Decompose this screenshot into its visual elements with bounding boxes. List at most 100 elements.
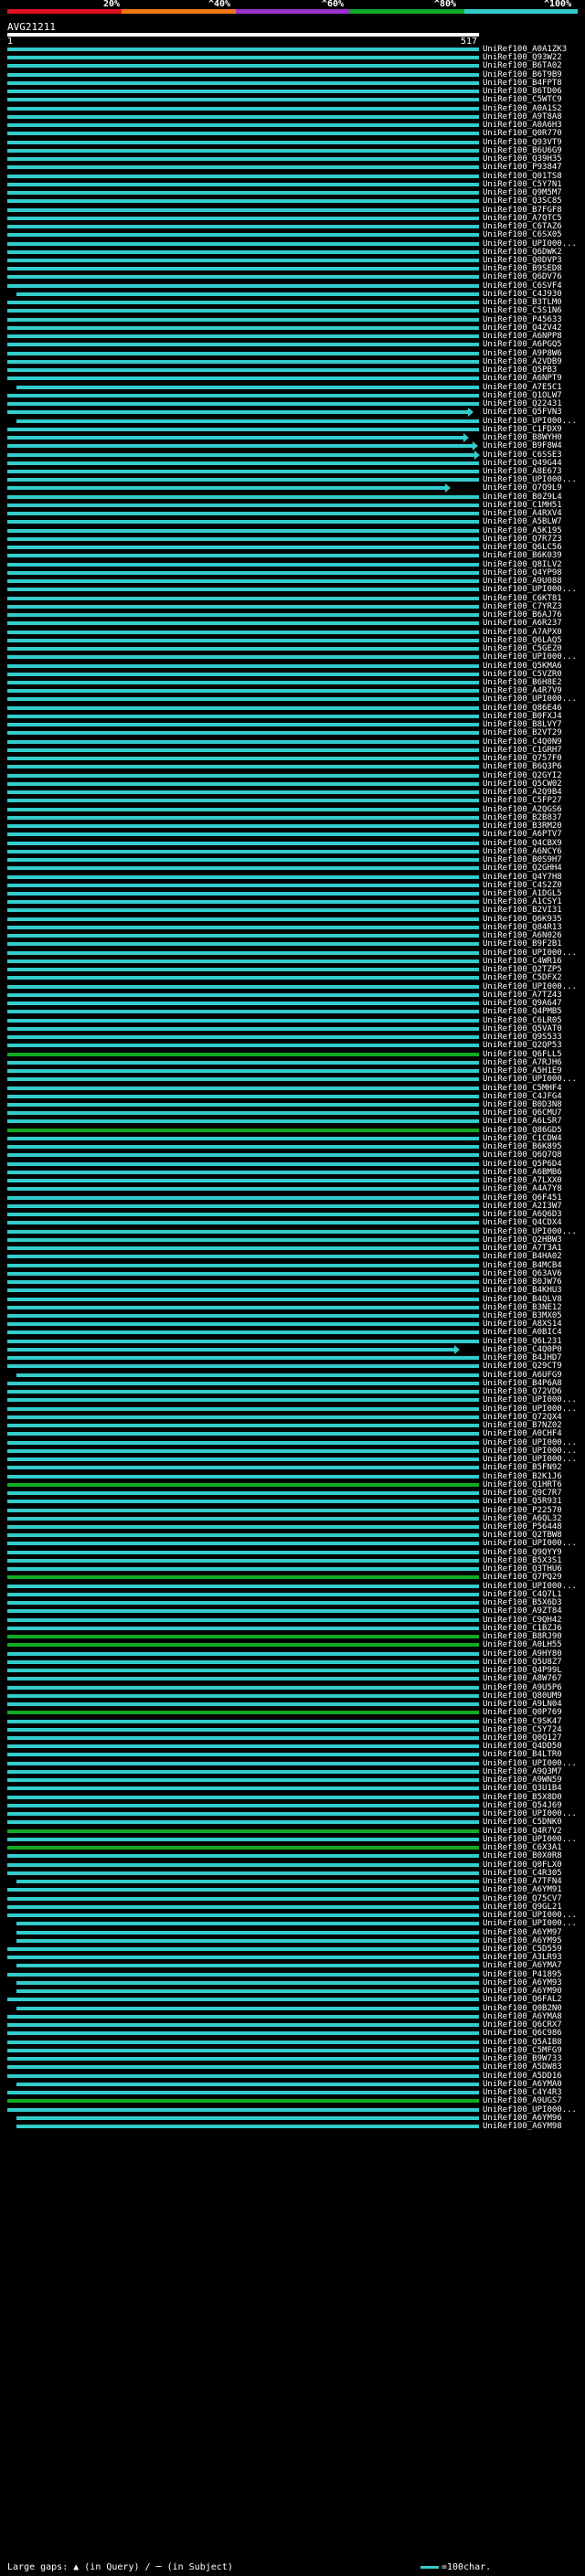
hit-label[interactable]: UniRef100_A6YM98 xyxy=(483,2122,562,2131)
hit-bar[interactable] xyxy=(7,1786,479,1791)
hit-bar[interactable] xyxy=(7,1651,479,1656)
hit-bar[interactable] xyxy=(7,832,479,837)
hit-bar[interactable] xyxy=(7,681,479,684)
hit-bar[interactable] xyxy=(7,1466,479,1470)
hit-bar[interactable] xyxy=(7,1145,479,1150)
hit-bar[interactable] xyxy=(7,1002,479,1006)
hit-bar[interactable] xyxy=(7,157,479,162)
hit-bar[interactable] xyxy=(7,942,479,947)
hit-bar[interactable] xyxy=(16,2125,479,2129)
hit-bar[interactable] xyxy=(7,1271,479,1276)
hit-bar[interactable] xyxy=(7,1837,479,1841)
hit-bar[interactable] xyxy=(7,182,479,186)
hit-bar[interactable] xyxy=(7,536,479,541)
hit-bar[interactable] xyxy=(7,1862,479,1867)
hit-bar[interactable] xyxy=(7,1280,479,1285)
hit-bar[interactable] xyxy=(7,98,479,102)
hit-bar[interactable] xyxy=(7,199,479,204)
hit-bar[interactable] xyxy=(7,72,479,77)
hit-bar[interactable] xyxy=(7,765,479,769)
hit-bar[interactable] xyxy=(7,1659,479,1664)
hit-bar[interactable] xyxy=(7,866,479,871)
hit-bar[interactable] xyxy=(16,2082,479,2086)
hit-bar[interactable] xyxy=(7,1187,479,1192)
hit-bar[interactable] xyxy=(7,1356,479,1361)
hit-bar[interactable] xyxy=(7,1769,479,1774)
hit-bar[interactable] xyxy=(7,1896,479,1901)
hit-bar[interactable] xyxy=(7,1314,479,1318)
hit-bar[interactable] xyxy=(7,1829,479,1833)
hit-bar[interactable] xyxy=(7,1558,479,1563)
hit-bar[interactable] xyxy=(7,1128,479,1132)
hit-bar[interactable] xyxy=(7,1448,479,1453)
hit-bar[interactable] xyxy=(7,317,479,322)
hit-bar[interactable] xyxy=(16,419,479,423)
hit-bar[interactable] xyxy=(7,1904,479,1909)
hit-bar[interactable] xyxy=(7,1778,479,1783)
hit-bar[interactable] xyxy=(7,233,479,238)
hit-bar[interactable] xyxy=(7,875,479,879)
hit-bar[interactable] xyxy=(7,1711,479,1715)
hit-bar[interactable] xyxy=(7,1305,479,1309)
hit-bar[interactable] xyxy=(7,1237,479,1242)
hit-bar[interactable] xyxy=(7,1617,479,1622)
hit-bar[interactable] xyxy=(7,241,479,246)
hit-bar[interactable] xyxy=(7,1415,479,1419)
hit-bar[interactable] xyxy=(7,1246,479,1251)
hit-bar[interactable] xyxy=(7,1677,479,1681)
hit-bar[interactable] xyxy=(7,1803,479,1807)
hit-bar[interactable] xyxy=(7,325,479,330)
hit-bar[interactable] xyxy=(7,883,479,887)
hit-bar[interactable] xyxy=(16,1880,479,1884)
hit-bar[interactable] xyxy=(16,2006,479,2010)
hit-bar[interactable] xyxy=(7,393,479,398)
hit-bar[interactable] xyxy=(7,1347,455,1352)
hit-bar[interactable] xyxy=(7,1533,479,1538)
hit-bar[interactable] xyxy=(7,1288,479,1293)
hit-bar[interactable] xyxy=(7,773,479,778)
hit-bar[interactable] xyxy=(7,1753,479,1757)
hit-bar[interactable] xyxy=(7,359,479,364)
hit-bar[interactable] xyxy=(7,1119,479,1124)
hit-bar[interactable] xyxy=(7,908,479,913)
hit-bar[interactable] xyxy=(7,917,479,921)
hit-bar[interactable] xyxy=(7,461,479,465)
hit-bar[interactable] xyxy=(7,849,479,853)
hit-bar[interactable] xyxy=(7,1263,479,1267)
hit-bar[interactable] xyxy=(7,900,479,905)
hit-bar[interactable] xyxy=(7,1195,479,1200)
hit-bar[interactable] xyxy=(7,638,479,642)
hit-bar[interactable] xyxy=(7,1525,479,1529)
hit-bar[interactable] xyxy=(7,2031,479,2036)
hit-bar[interactable] xyxy=(16,1373,479,1377)
hit-bar[interactable] xyxy=(7,1693,479,1698)
hit-bar[interactable] xyxy=(7,1542,479,1546)
hit-bar[interactable] xyxy=(7,596,479,600)
hit-bar[interactable] xyxy=(7,1669,479,1673)
hit-bar[interactable] xyxy=(7,1550,479,1554)
hit-bar[interactable] xyxy=(16,1964,479,1968)
hit-bar[interactable] xyxy=(7,1381,479,1385)
hit-bar[interactable] xyxy=(7,1592,479,1596)
hit-bar[interactable] xyxy=(7,376,479,381)
hit-bar[interactable] xyxy=(7,1500,479,1504)
hit-bar[interactable] xyxy=(7,1018,479,1023)
hit-bar[interactable] xyxy=(7,925,479,929)
hit-bar[interactable] xyxy=(7,723,479,727)
hit-bar[interactable] xyxy=(7,1221,479,1225)
hit-bar[interactable] xyxy=(7,663,479,668)
hit-bar[interactable] xyxy=(7,1035,479,1040)
hit-bar[interactable] xyxy=(7,444,473,449)
hit-bar[interactable] xyxy=(7,790,479,795)
hit-bar[interactable] xyxy=(7,528,479,533)
hit-bar[interactable] xyxy=(7,858,479,863)
hit-bar[interactable] xyxy=(7,546,479,550)
hit-bar[interactable] xyxy=(7,1482,479,1487)
hit-bar[interactable] xyxy=(7,402,479,407)
hit-bar[interactable] xyxy=(7,562,479,567)
hit-bar[interactable] xyxy=(16,1922,479,1926)
hit-bar[interactable] xyxy=(7,1854,479,1859)
hit-bar[interactable] xyxy=(7,106,479,111)
hit-bar[interactable] xyxy=(7,1136,479,1140)
hit-bar[interactable] xyxy=(7,604,479,609)
